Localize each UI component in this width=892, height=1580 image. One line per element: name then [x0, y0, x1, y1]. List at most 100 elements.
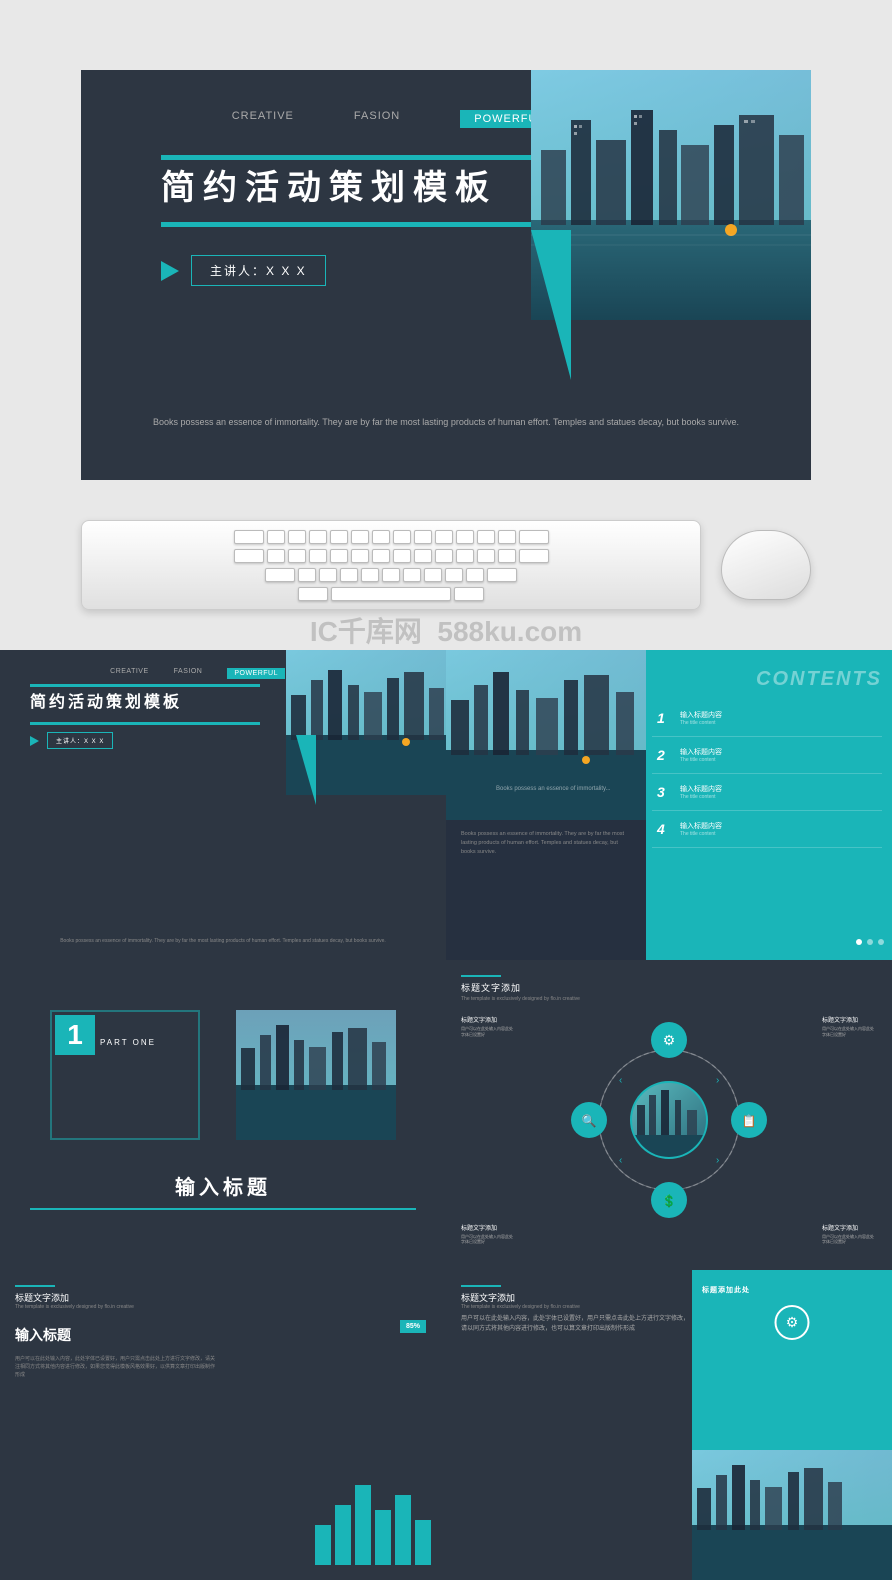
st5-percent-badge: 85% [400, 1320, 426, 1333]
st1-accent-bar2 [30, 722, 260, 725]
st6-header-title: 标题文字添加 [461, 1291, 580, 1304]
slide-thumb-text-bars: 标题文字添加 The template is exclusively desig… [0, 1270, 446, 1580]
st2-item-text-3: 输入标题内容 [680, 784, 722, 794]
st4-header-title: 标题文字添加 [461, 981, 580, 994]
st2-item-sub-4: The title content [680, 831, 722, 837]
st2-dot-3 [878, 939, 884, 945]
st1-speaker-label: 主讲人：X X X [47, 732, 113, 749]
st3-number: 1 [55, 1015, 95, 1055]
st2-item-sub-3: The title content [680, 794, 722, 800]
svg-text:›: › [716, 1075, 719, 1086]
st2-item-3: 3 输入标题内容 The title content [652, 774, 882, 811]
st2-num-1: 1 [657, 710, 672, 726]
st2-item-1: 1 输入标题内容 The title content [652, 700, 882, 737]
st2-num-2: 2 [657, 747, 672, 763]
slide-photo-area [531, 70, 811, 320]
st2-right-panel: CONTENTS 1 输入标题内容 The title content 2 输入… [646, 650, 892, 960]
st6-header: 标题文字添加 The template is exclusively desig… [461, 1285, 580, 1310]
slide-thumb-part-one: 1 PART ONE [0, 960, 446, 1270]
st4-header-bar [461, 975, 501, 977]
st5-header-sub: The template is exclusively designed by … [15, 1304, 134, 1310]
st2-photo: Books possess an essence of immortality.… [446, 650, 646, 820]
svg-text:Books possess an essence of im: Books possess an essence of immortality.… [496, 786, 611, 792]
st2-item-text-2: 输入标题内容 [680, 747, 722, 757]
st1-nav-1: CREATIVE [110, 668, 149, 679]
st6-photo [692, 1450, 892, 1580]
st2-num-4: 4 [657, 821, 672, 837]
keyboard-image [81, 520, 701, 610]
st1-nav-3: POWERFUL [227, 668, 285, 679]
st2-items-list: 1 输入标题内容 The title content 2 输入标题内容 The … [652, 700, 882, 848]
st3-title: 输入标题 [30, 1171, 416, 1200]
st2-pagination-dots [856, 939, 884, 945]
st4-cycle-diagram: ⚙ 📋 💲 🔍 › › ‹ ‹ [509, 1005, 829, 1235]
st3-photo [236, 1010, 396, 1140]
slide-thumb-cover: CREATIVE FASION POWERFUL CLEAR 简约活动策划模板 [0, 650, 446, 960]
st5-bar-6 [415, 1520, 431, 1565]
slide-title-chinese: 简约活动策划模板 [161, 160, 497, 209]
svg-text:‹: ‹ [619, 1155, 622, 1166]
svg-text:›: › [716, 1155, 719, 1166]
st4-header: 标题文字添加 The template is exclusively desig… [461, 975, 580, 1002]
st2-left-panel: Books possess an essence of immortality.… [446, 650, 646, 960]
st1-triangle [296, 735, 316, 805]
st4-label-top-right: 标题文字添加 用户可以在此处输入内容此处字体已设置好 [822, 1015, 877, 1037]
svg-text:⚙: ⚙ [663, 1032, 676, 1048]
st6-right-panel: 标题添加此处 ⚙ [692, 1270, 892, 1580]
st1-nav-2: FASION [174, 668, 203, 679]
slide-thumbnails-grid: CREATIVE FASION POWERFUL CLEAR 简约活动策划模板 [0, 650, 892, 1580]
svg-text:‹: ‹ [619, 1075, 622, 1086]
play-icon [161, 261, 179, 281]
svg-text:🔍: 🔍 [582, 1113, 597, 1128]
st5-header-title: 标题文字添加 [15, 1291, 134, 1304]
st5-bar-4 [375, 1510, 391, 1565]
st6-left-content: 用户可以在此处输入内容，此处字体已设置好，用户只需点击此处上方进行文字修改，请以… [461, 1315, 691, 1334]
speaker-label: 主讲人：X X X [191, 255, 326, 286]
st5-input-title: 输入标题 [15, 1325, 71, 1345]
st2-body-text: Books possess an essence of immortality.… [461, 830, 631, 856]
slide-thumb-teal-right: 标题文字添加 The template is exclusively desig… [446, 1270, 892, 1580]
st2-dot-1 [856, 939, 862, 945]
st5-bar-2 [335, 1505, 351, 1565]
svg-text:💲: 💲 [662, 1194, 677, 1208]
st6-right-title: 标题添加此处 [702, 1285, 882, 1295]
st5-header: 标题文字添加 The template is exclusively desig… [15, 1285, 134, 1310]
st6-header-bar [461, 1285, 501, 1287]
slide-thumb-cycle: 标题文字添加 The template is exclusively desig… [446, 960, 892, 1270]
st3-bottom-bar [30, 1208, 416, 1210]
st6-icon: ⚙ [775, 1305, 810, 1340]
st5-bar-5 [395, 1495, 411, 1565]
slide-quote: Books possess an essence of immortality.… [81, 415, 811, 430]
mouse-image [721, 530, 811, 600]
st6-body-text: 用户可以在此处输入内容，此处字体已设置好，用户只需点击此处上方进行文字修改，请以… [461, 1315, 691, 1334]
nav-creative: CREATIVE [232, 110, 294, 128]
st1-speaker: 主讲人：X X X [30, 732, 113, 749]
st2-item-text-4: 输入标题内容 [680, 821, 722, 831]
st6-header-sub: The template is exclusively designed by … [461, 1304, 580, 1310]
st1-title: 简约活动策划模板 [30, 688, 182, 712]
nav-fasion: FASION [354, 110, 400, 128]
st2-item-2: 2 输入标题内容 The title content [652, 737, 882, 774]
main-slide-preview: CREATIVE FASION POWERFUL CLEAR 简约活动策划模板 [81, 70, 811, 480]
st5-bar-3 [355, 1485, 371, 1565]
st1-accent-bar1 [30, 684, 260, 687]
st2-contents-title: CONTENTS [756, 668, 882, 691]
speaker-box: 主讲人：X X X [161, 255, 326, 286]
st5-body-text: 用户可以在此处输入内容，此处字体已设置好，用户只需点击此处上方进行文字修改，请关… [15, 1355, 215, 1379]
st1-play-icon [30, 736, 39, 746]
teal-triangle-accent [531, 230, 571, 380]
st2-item-sub-2: The title content [680, 757, 722, 763]
st2-item-sub-1: The title content [680, 720, 722, 726]
st4-label-top-left: 标题文字添加 用户可以在此处输入内容此处字体已设置好 [461, 1015, 516, 1037]
st4-label-bottom-right: 标题文字添加 用户可以在此处输入内容此处字体已设置好 [822, 1223, 877, 1245]
st1-quote: Books possess an essence of immortality.… [0, 937, 446, 945]
st2-item-4: 4 输入标题内容 The title content [652, 811, 882, 848]
st3-part-label: PART ONE [100, 1038, 156, 1047]
st5-bar-1 [315, 1525, 331, 1565]
st5-bar-chart [315, 1485, 431, 1565]
st2-dot-2 [867, 939, 873, 945]
keyboard-section [81, 510, 811, 620]
st4-header-sub: The template is exclusively designed by … [461, 996, 580, 1002]
st5-header-bar [15, 1285, 55, 1287]
st2-item-text-1: 输入标题内容 [680, 710, 722, 720]
